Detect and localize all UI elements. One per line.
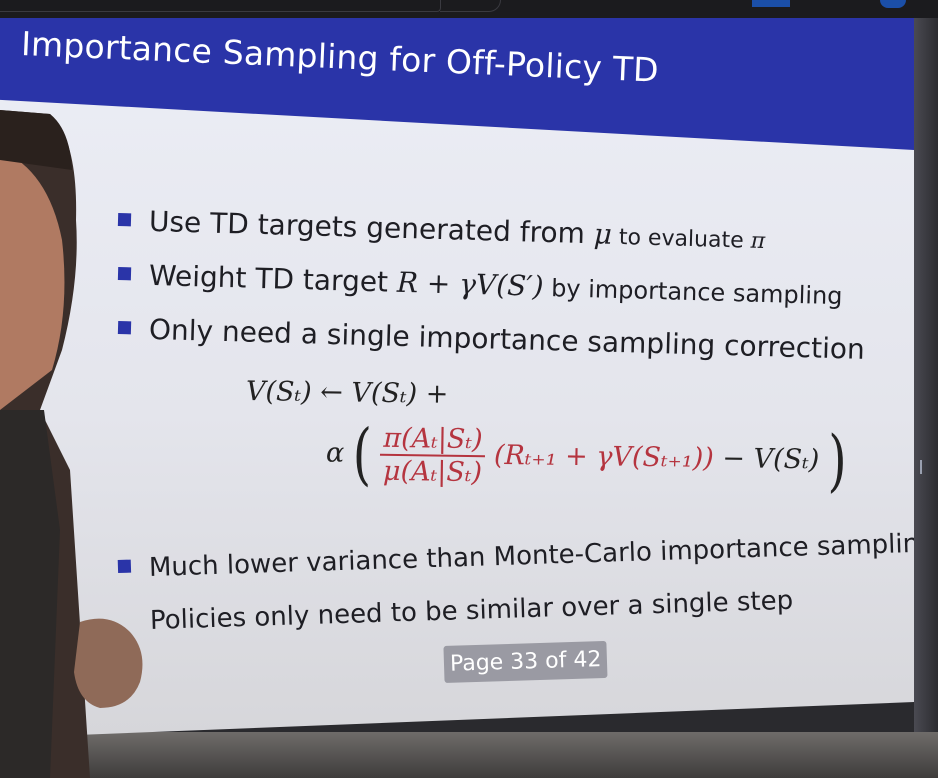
room-floor — [0, 732, 938, 778]
equation-line-2: α ( π(Aₜ|Sₜ) μ(Aₜ|Sₜ) (Rₜ₊₁ + γV(Sₜ₊₁)) … — [325, 415, 848, 501]
projector-screen-edge — [914, 18, 938, 778]
top-blue-circle[interactable] — [880, 0, 906, 8]
browser-top-bar — [0, 0, 938, 18]
top-tab[interactable] — [0, 0, 441, 12]
bullet-square-icon — [117, 212, 132, 226]
bullet-item: Much lower variance than Monte-Carlo imp… — [117, 528, 914, 584]
bullet-item: Weight TD target R + γV(S′) by importanc… — [117, 258, 843, 311]
bullet-square-icon — [117, 266, 132, 280]
scroll-handle[interactable] — [920, 460, 922, 474]
importance-ratio: π(Aₜ|Sₜ) μ(Aₜ|Sₜ) — [380, 422, 486, 488]
page-indicator[interactable]: Page 33 of 42 — [443, 640, 608, 683]
bullet-square-icon — [117, 320, 132, 334]
bullet-item: Only need a single importance sampling c… — [117, 312, 865, 366]
bullet-item: Policies only need to be similar over a … — [149, 585, 794, 636]
presenter-hand — [74, 618, 143, 708]
top-tab-end[interactable] — [440, 0, 501, 12]
bullet-square-icon — [117, 559, 132, 573]
equation-line-1: V(Sₜ) ← V(Sₜ) + — [245, 376, 449, 410]
top-blue-button[interactable] — [752, 0, 790, 7]
bullet-item: Use TD targets generated from μ to evalu… — [117, 204, 766, 255]
